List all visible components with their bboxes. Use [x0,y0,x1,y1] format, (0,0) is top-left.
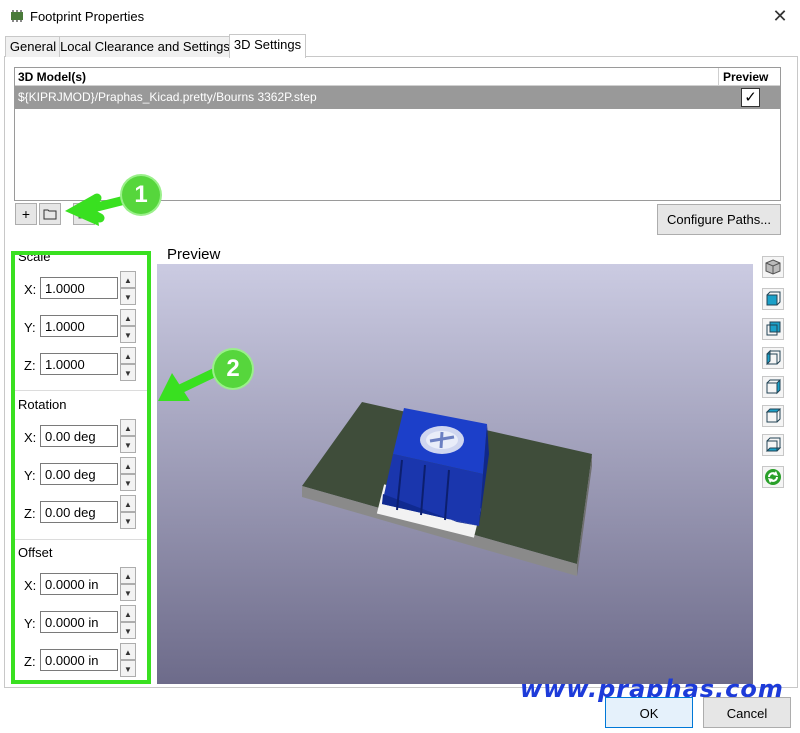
annotation-highlight-box [11,251,151,684]
view-back-icon[interactable] [762,318,784,340]
view-top-icon[interactable] [762,405,784,427]
list-header: 3D Model(s) Preview [15,68,780,86]
3d-preview-viewport[interactable] [157,264,753,684]
model-row[interactable]: ${KIPRJMOD}/Praphas_Kicad.pretty/Bourns … [15,86,780,109]
header-divider [718,68,719,85]
close-icon[interactable]: ✕ [770,6,790,26]
view-bottom-icon[interactable] [762,434,784,456]
model-path: ${KIPRJMOD}/Praphas_Kicad.pretty/Bourns … [18,90,317,104]
tab-general[interactable]: General [5,36,61,57]
tab-3d-settings[interactable]: 3D Settings [229,34,306,58]
header-model: 3D Model(s) [18,70,87,84]
view-left-icon[interactable] [762,347,784,369]
preview-label: Preview [167,246,221,263]
footprint-app-icon [11,10,23,22]
3d-model-render [302,402,592,576]
view-3d-icon[interactable] [762,256,784,278]
preview-checkbox[interactable]: ✓ [741,88,760,107]
configure-paths-button[interactable]: Configure Paths... [657,204,781,235]
cancel-button[interactable]: Cancel [703,697,791,728]
title-bar: Footprint Properties ✕ [0,0,800,33]
ok-button[interactable]: OK [605,697,693,728]
reload-icon[interactable] [762,466,784,488]
annotation-badge-1: 1 [122,176,160,214]
window-title: Footprint Properties [30,9,145,24]
tab-local-clearance[interactable]: Local Clearance and Settings [59,36,231,57]
view-front-icon[interactable] [762,288,784,310]
add-model-button[interactable]: + [15,203,37,225]
annotation-badge-2: 2 [214,350,252,388]
view-right-icon[interactable] [762,376,784,398]
header-preview: Preview [723,70,769,84]
